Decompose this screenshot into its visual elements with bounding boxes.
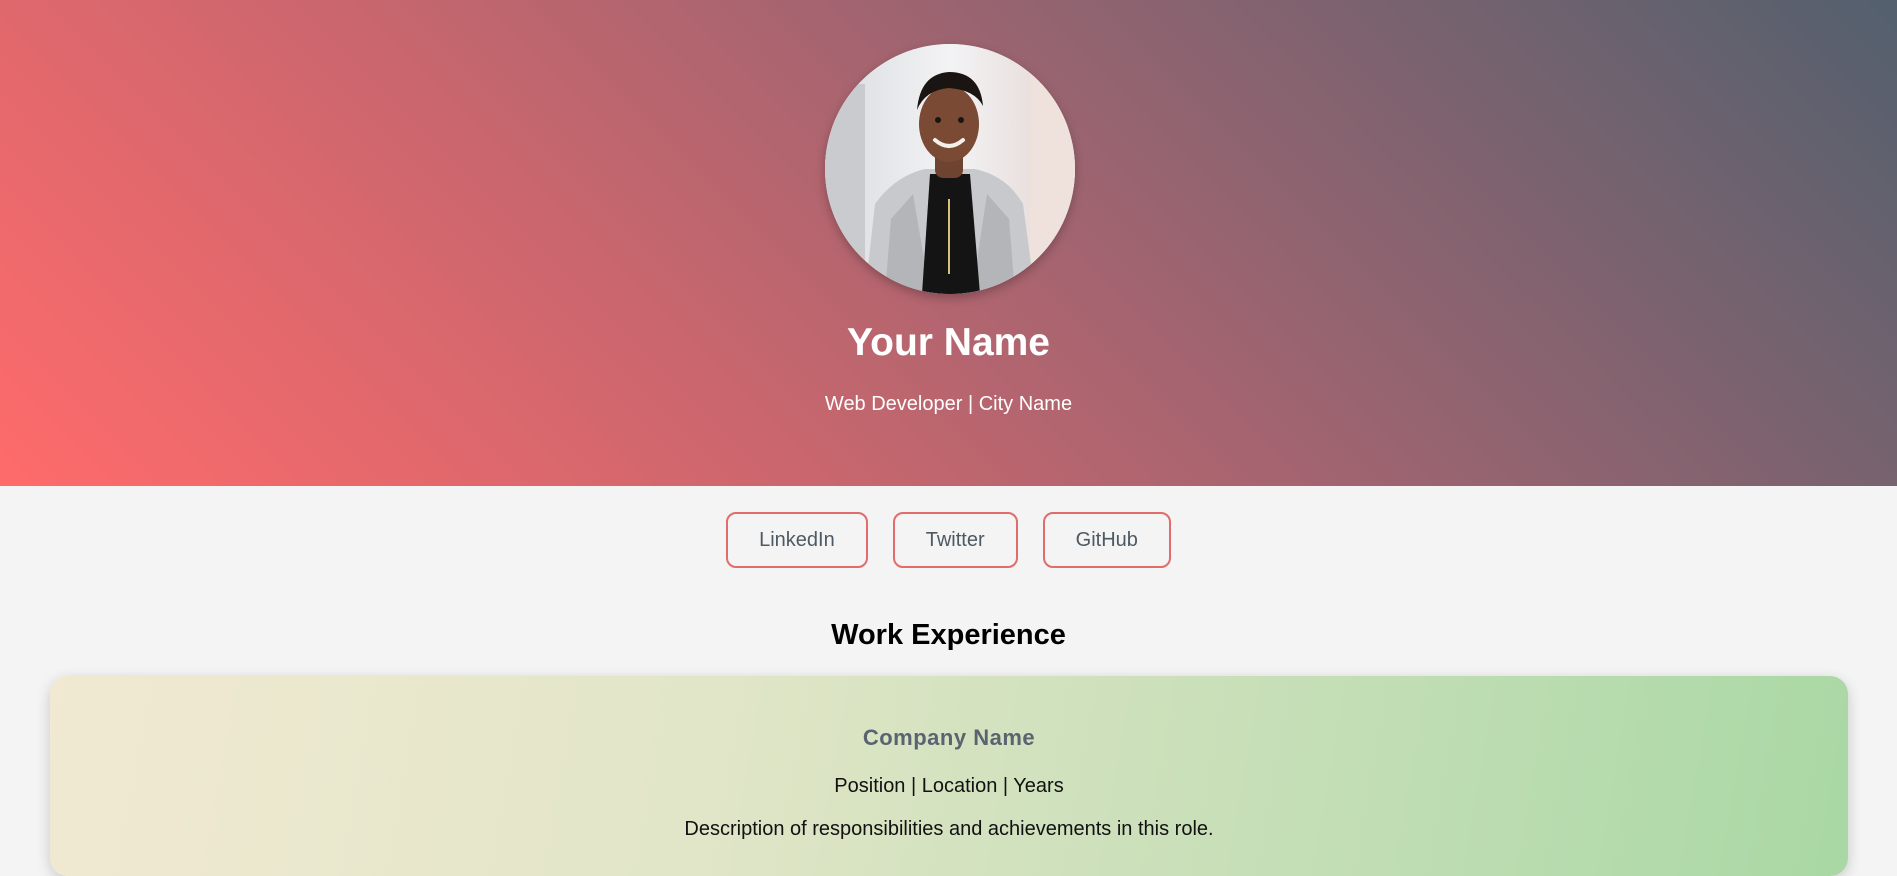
role-description: Description of responsibilities and achi… [684,818,1214,840]
position-details: Position | Location | Years [834,775,1064,797]
linkedin-link[interactable]: LinkedIn [726,512,868,568]
profile-photo [825,44,1075,294]
work-experience-title: Work Experience [831,619,1066,651]
profile-name: Your Name [847,321,1050,364]
profile-avatar [825,44,1075,294]
github-link[interactable]: GitHub [1042,512,1171,568]
profile-subtitle: Web Developer | City Name [824,393,1073,415]
social-links: LinkedIn Twitter GitHub [0,512,1897,568]
twitter-link[interactable]: Twitter [892,512,1018,568]
profile-header: Your Name Web Developer | City Name [0,0,1897,486]
experience-card: Company Name Position | Location | Years… [50,676,1848,876]
company-name: Company Name [862,725,1036,750]
